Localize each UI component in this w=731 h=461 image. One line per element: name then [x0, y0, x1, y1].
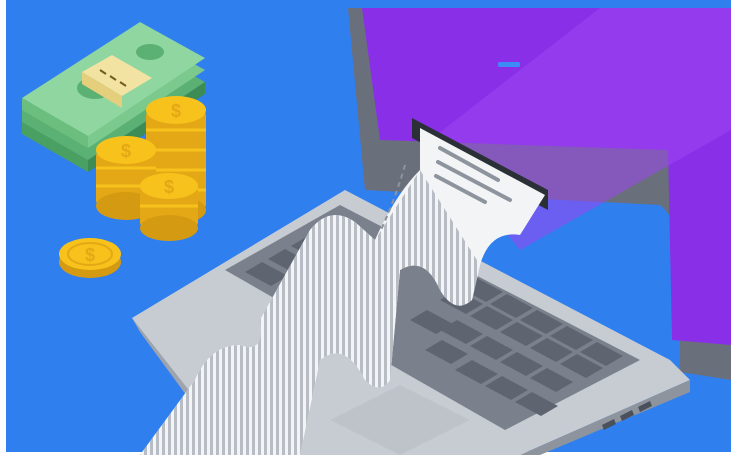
- camera-slot: [498, 62, 520, 67]
- svg-text:$: $: [171, 101, 181, 121]
- svg-text:$: $: [85, 245, 95, 265]
- illustration-canvas: $ $ $ $: [0, 0, 731, 461]
- left-edge: [0, 0, 6, 461]
- svg-text:$: $: [164, 177, 174, 197]
- coin-stack-front-right: $: [140, 173, 198, 241]
- online-payment-illustration: $ $ $ $: [0, 0, 731, 461]
- loose-coin: $: [59, 238, 121, 278]
- svg-text:$: $: [121, 141, 131, 161]
